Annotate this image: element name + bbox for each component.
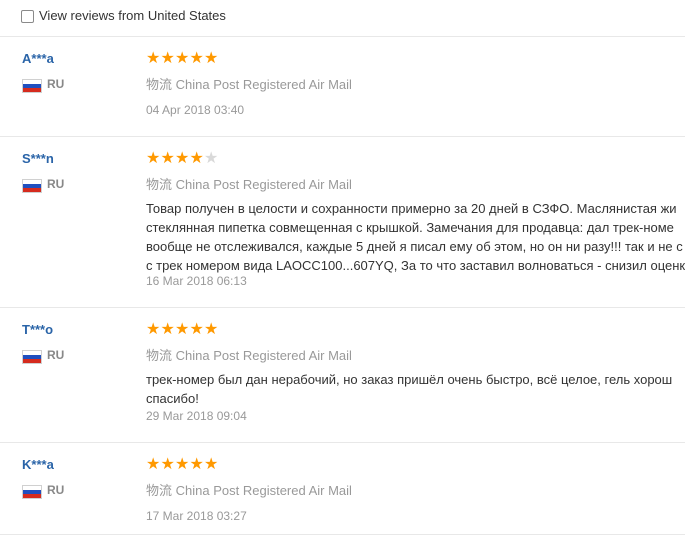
shipping-prefix: 物流 (146, 77, 173, 92)
shipping-prefix: 物流 (146, 348, 173, 363)
star-filled-icon: ★ (189, 456, 204, 473)
review-text-line: спасибо! (146, 391, 199, 406)
shipping-prefix: 物流 (146, 483, 173, 498)
shipping-info: 物流 China Post Registered Air Mail (146, 174, 352, 193)
russia-flag-icon (22, 350, 42, 364)
star-filled-icon: ★ (204, 321, 219, 338)
star-filled-icon: ★ (160, 321, 175, 338)
shipping-info: 物流 China Post Registered Air Mail (146, 480, 352, 499)
review-date: 29 Mar 2018 09:04 (146, 409, 247, 423)
review-text: трек-номер был дан нерабочий, но заказ п… (146, 370, 685, 408)
star-rating: ★★★★★ (146, 456, 219, 474)
star-rating: ★★★★★ (146, 150, 219, 168)
reviewer-country: RU (47, 348, 65, 362)
reviewer-country: RU (47, 177, 65, 191)
reviewer-name[interactable]: S***n (22, 151, 54, 166)
star-filled-icon: ★ (189, 150, 204, 167)
star-filled-icon: ★ (146, 50, 161, 67)
shipping-info: 物流 China Post Registered Air Mail (146, 345, 352, 364)
shipping-method: China Post Registered Air Mail (175, 348, 352, 363)
star-empty-icon: ★ (204, 150, 219, 167)
star-filled-icon: ★ (175, 50, 190, 67)
review-item: S***n RU ★★★★★ 物流 China Post Registered … (0, 137, 685, 308)
star-filled-icon: ★ (204, 456, 219, 473)
review-text-line: Товар получен в целости и сохранности пр… (146, 201, 677, 216)
reviewer-name[interactable]: A***a (22, 51, 54, 66)
russia-flag-icon (22, 179, 42, 193)
shipping-info: 物流 China Post Registered Air Mail (146, 74, 352, 93)
shipping-method: China Post Registered Air Mail (175, 177, 352, 192)
review-date: 17 Mar 2018 03:27 (146, 509, 247, 523)
us-reviews-label[interactable]: View reviews from United States (39, 8, 226, 23)
review-date: 16 Mar 2018 06:13 (146, 274, 247, 288)
star-filled-icon: ★ (146, 456, 161, 473)
review-date: 04 Apr 2018 03:40 (146, 103, 245, 117)
shipping-method: China Post Registered Air Mail (175, 483, 352, 498)
review-text-line: стеклянная пипетка совмещенная с крышкой… (146, 220, 674, 235)
reviewer-name[interactable]: T***o (22, 322, 53, 337)
review-text-line: трек-номер был дан нерабочий, но заказ п… (146, 372, 673, 387)
review-item: K***a RU ★★★★★ 物流 China Post Registered … (0, 443, 685, 535)
review-item: T***o RU ★★★★★ 物流 China Post Registered … (0, 308, 685, 443)
star-filled-icon: ★ (146, 150, 161, 167)
russia-flag-icon (22, 79, 42, 93)
us-reviews-checkbox[interactable] (21, 10, 34, 23)
shipping-method: China Post Registered Air Mail (175, 77, 352, 92)
review-text: Товар получен в целости и сохранности пр… (146, 199, 685, 275)
star-rating: ★★★★★ (146, 50, 219, 68)
review-text-line: с трек номером вида LAOCC100...607YQ, За… (146, 258, 685, 273)
star-filled-icon: ★ (204, 50, 219, 67)
reviewer-name[interactable]: K***a (22, 457, 54, 472)
filter-bar: View reviews from United States (0, 0, 685, 37)
star-rating: ★★★★★ (146, 321, 219, 339)
reviewer-country: RU (47, 483, 65, 497)
star-filled-icon: ★ (175, 150, 190, 167)
star-filled-icon: ★ (189, 321, 204, 338)
reviewer-country: RU (47, 77, 65, 91)
star-filled-icon: ★ (160, 150, 175, 167)
russia-flag-icon (22, 485, 42, 499)
star-filled-icon: ★ (146, 321, 161, 338)
review-item: A***a RU ★★★★★ 物流 China Post Registered … (0, 37, 685, 137)
star-filled-icon: ★ (175, 321, 190, 338)
star-filled-icon: ★ (160, 456, 175, 473)
star-filled-icon: ★ (189, 50, 204, 67)
star-filled-icon: ★ (160, 50, 175, 67)
shipping-prefix: 物流 (146, 177, 173, 192)
review-text-line: вообще не отслеживался, каждые 5 дней я … (146, 239, 683, 254)
star-filled-icon: ★ (175, 456, 190, 473)
